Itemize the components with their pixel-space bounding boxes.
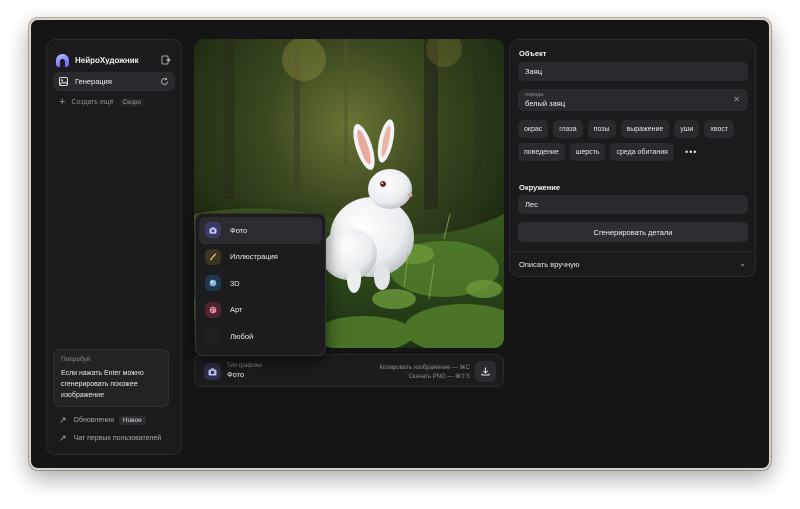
sphere-icon [205, 275, 221, 292]
graphic-type-value: Фото [227, 370, 245, 379]
chip-habitat[interactable]: среда обитания [610, 143, 674, 161]
chat-label: Чат первых пользователей [73, 435, 162, 442]
environment-value: Лес [525, 200, 538, 209]
app-window: НейроХудожник Генерация + Создать ещё Ск… [29, 18, 771, 470]
download-shortcut: Скачать PNG — ⌘⇧S [408, 374, 470, 380]
option-any[interactable]: Любой [199, 323, 322, 350]
graphic-type-selector[interactable]: Тип графики Фото [227, 363, 262, 379]
option-illustration[interactable]: Иллюстрация [199, 244, 322, 271]
image-icon [59, 73, 68, 91]
object-title: Объект [519, 49, 547, 58]
chip-poses[interactable]: позы [587, 120, 616, 138]
sidebar: НейроХудожник Генерация + Создать ещё Ск… [46, 39, 182, 455]
graphic-type-button[interactable] [204, 363, 221, 380]
camera-icon [208, 363, 217, 381]
option-label: Иллюстрация [230, 252, 278, 262]
early-users-chat-link[interactable]: ↗ Чат первых пользователей [59, 433, 161, 444]
arrow-up-right-icon: ↗ [59, 433, 67, 443]
empty-icon [205, 328, 221, 345]
breed-label: порода [525, 92, 544, 98]
brand: НейроХудожник [56, 50, 172, 70]
describe-manually-toggle[interactable]: Описать вручную [519, 260, 580, 269]
chevron-down-icon[interactable]: ⌄ [739, 259, 746, 268]
attribute-chips: окрас глаза позы выражение уши хвост пов… [518, 120, 750, 161]
object-value: Заяц [525, 67, 543, 76]
graphic-type-dropdown: Фото Иллюстрация 3D Арт Любой [195, 213, 326, 356]
updates-label: Обновления [73, 417, 114, 424]
more-icon[interactable]: ••• [679, 143, 703, 161]
environment-title: Окружение [519, 183, 561, 192]
chip-ears[interactable]: уши [674, 120, 700, 138]
option-label: Фото [230, 225, 248, 235]
details-panel: Объект Заяц порода белый заяц ✕ окрас гл… [509, 39, 756, 277]
sidebar-item-generation[interactable]: Генерация [53, 72, 175, 91]
breed-field[interactable]: порода белый заяц ✕ [518, 89, 748, 111]
app-name: НейроХудожник [75, 55, 139, 65]
chip-expression[interactable]: выражение [620, 120, 670, 138]
arrow-up-right-icon: ↗ [59, 415, 67, 425]
create-more-label: Создать ещё [71, 98, 114, 106]
sidebar-item-label: Генерация [75, 77, 112, 86]
copy-shortcut: Копировать изображение — ⌘C [379, 365, 470, 371]
graphic-type-bar: Тип графики Фото Копировать изображение … [194, 354, 504, 387]
option-art[interactable]: Арт [199, 297, 322, 324]
option-label: 3D [230, 278, 240, 288]
camera-icon [205, 222, 221, 239]
download-icon [481, 363, 490, 381]
divider [510, 251, 755, 252]
download-button[interactable] [475, 361, 496, 382]
option-photo[interactable]: Фото [199, 217, 322, 244]
refresh-icon[interactable] [160, 73, 169, 91]
graphic-type-label: Тип графики [227, 363, 262, 369]
logo-icon [56, 53, 69, 67]
create-more-item[interactable]: + Создать ещё Скоро [59, 96, 144, 108]
chip-behavior[interactable]: поведение [518, 143, 565, 161]
option-3d[interactable]: 3D [199, 270, 322, 297]
logout-icon[interactable] [160, 54, 172, 66]
object-input[interactable]: Заяц [518, 62, 748, 81]
option-label: Арт [230, 305, 243, 315]
palette-icon [205, 301, 221, 318]
chip-fur[interactable]: шерсть [569, 143, 606, 161]
chip-eyes[interactable]: глаза [553, 120, 583, 138]
breed-value: белый заяц [525, 99, 566, 108]
chip-tail[interactable]: хвост [704, 120, 735, 138]
clear-icon[interactable]: ✕ [733, 95, 740, 104]
soon-badge: Скоро [119, 97, 144, 107]
option-label: Любой [230, 331, 254, 341]
plus-icon: + [59, 96, 66, 108]
generate-details-button[interactable]: Сгенерировать детали [518, 222, 748, 242]
new-badge: Новое [118, 416, 146, 425]
chip-color[interactable]: окрас [518, 120, 549, 138]
tip-text: Если нажать Enter можно сгенерировать по… [61, 370, 144, 399]
updates-link[interactable]: ↗ Обновления Новое [59, 415, 146, 426]
tip-card: Попробуй Если нажать Enter можно сгенери… [53, 349, 169, 407]
brush-icon [205, 248, 221, 265]
tip-title: Попробуй [61, 356, 91, 363]
environment-input[interactable]: Лес [518, 195, 748, 214]
shortcut-hints: Копировать изображение — ⌘C Скачать PNG … [380, 364, 470, 382]
